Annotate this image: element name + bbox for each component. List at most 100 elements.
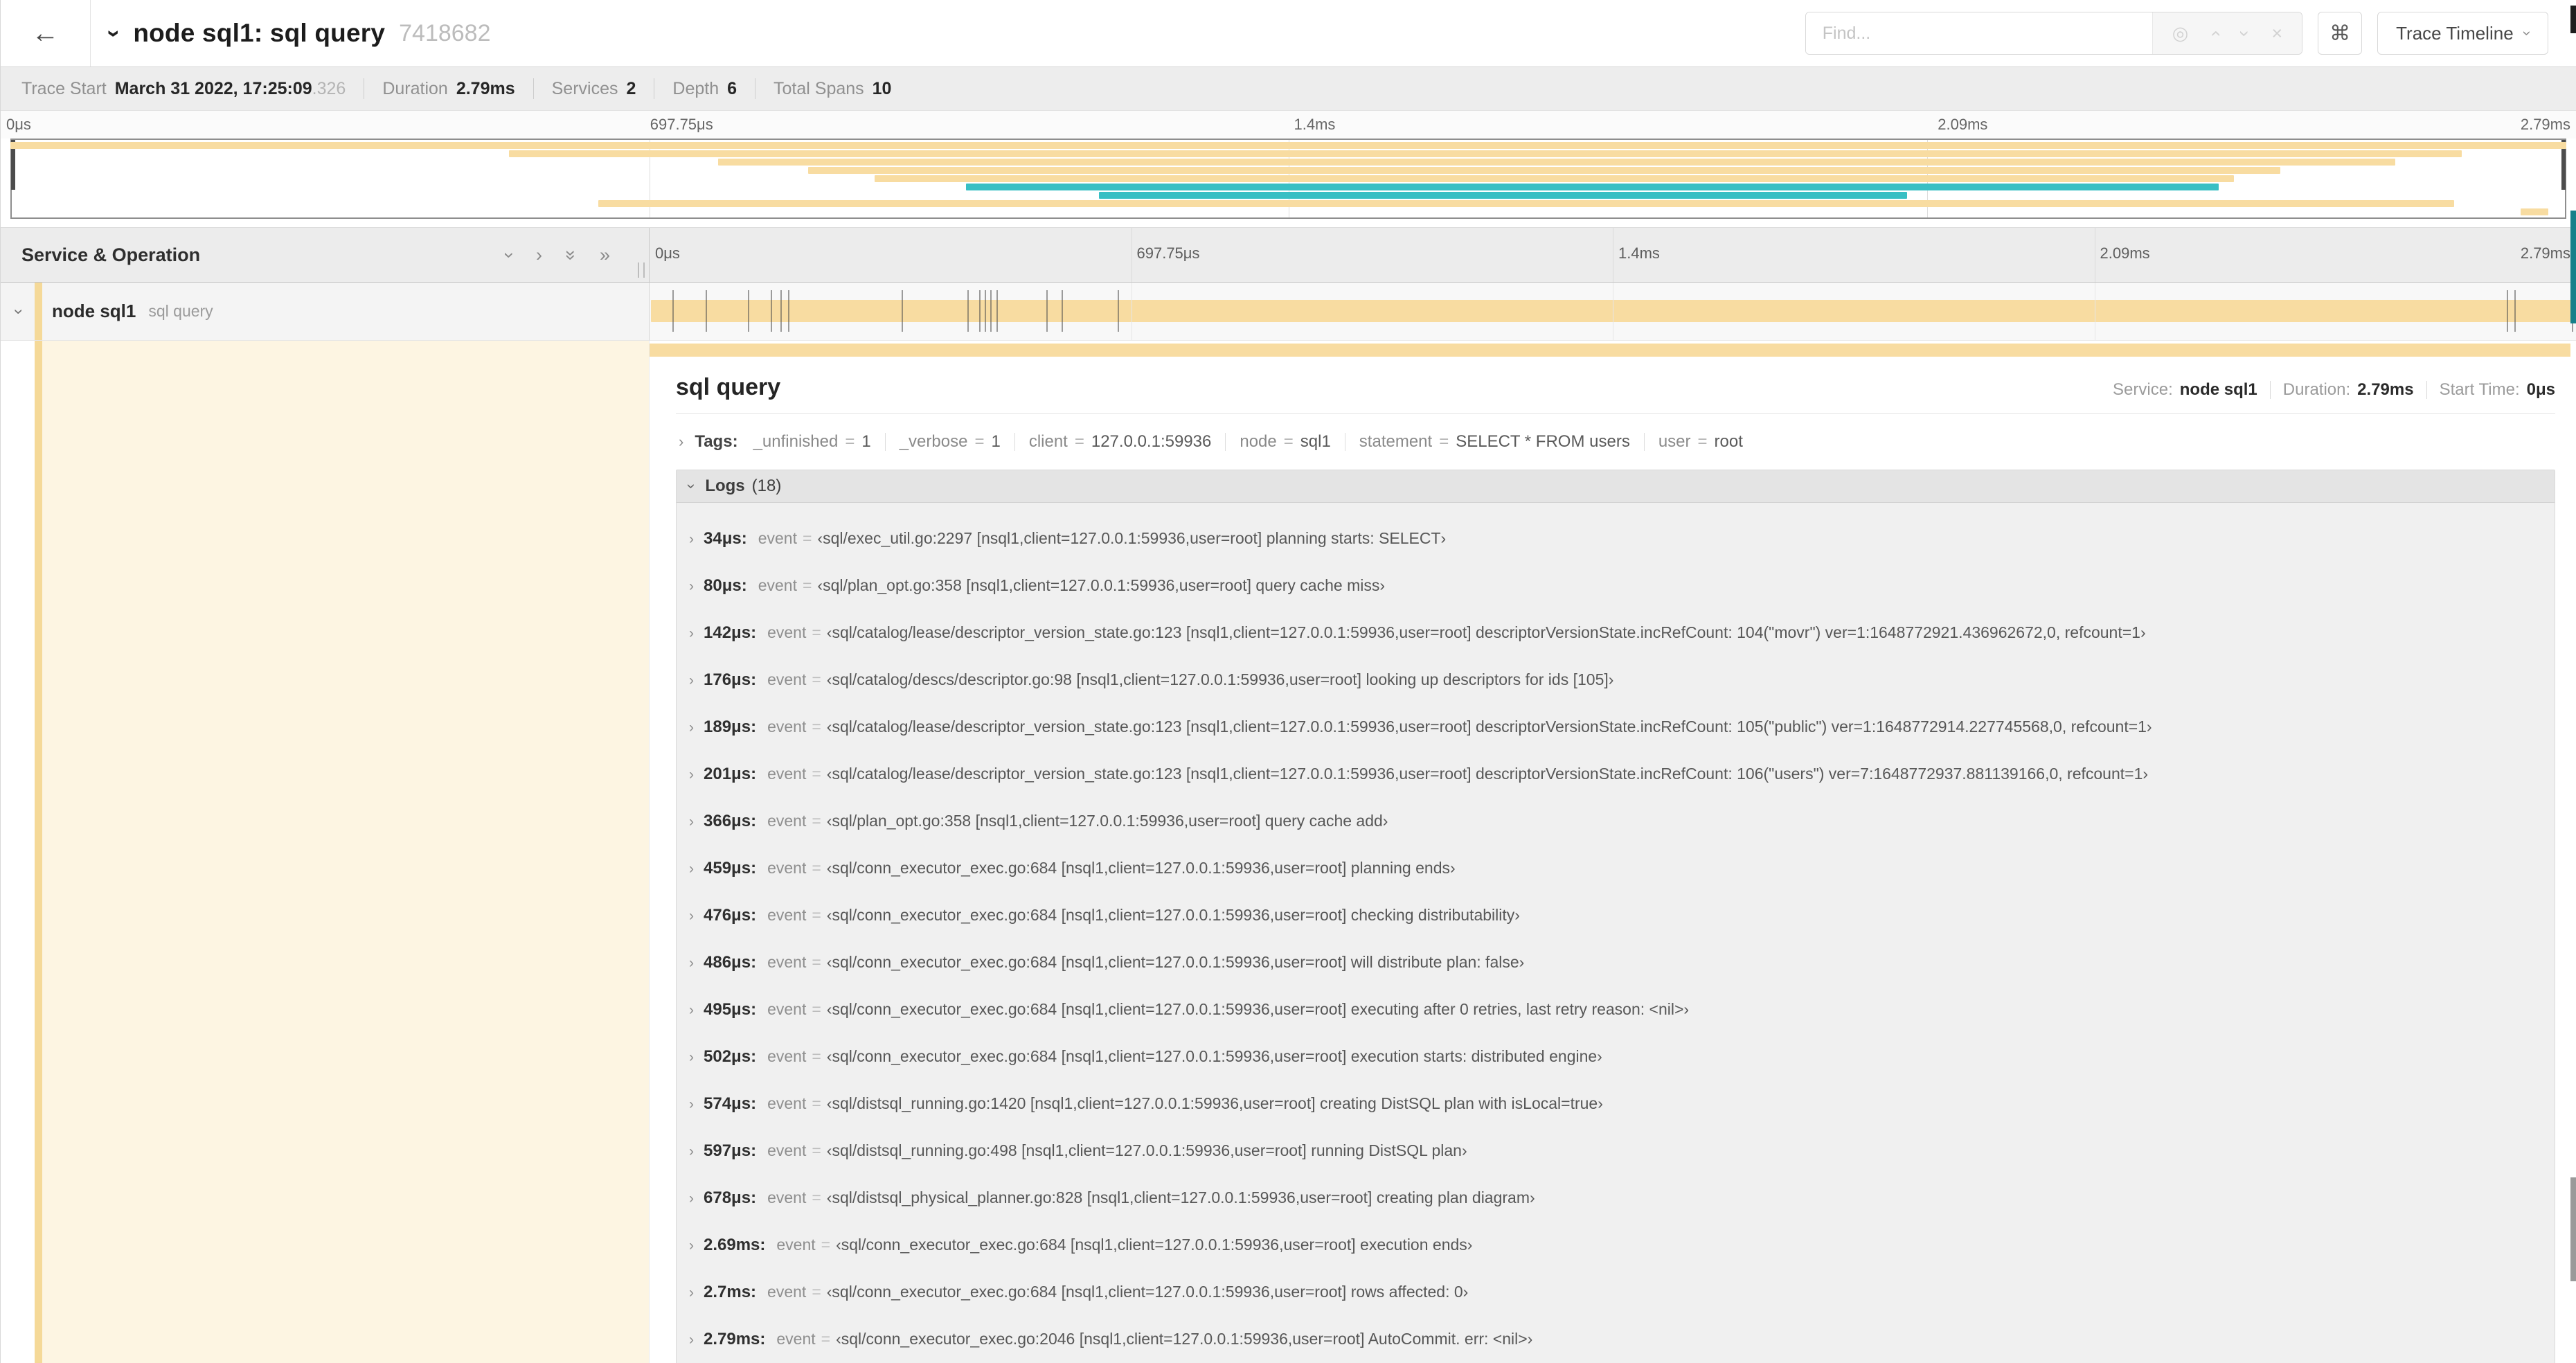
scrollbar-fragment[interactable] bbox=[2570, 211, 2576, 323]
chevron-right-icon: › bbox=[689, 767, 694, 783]
logs-list: › 34μs: event = ‹sql/exec_util.go:2297 [nsql… bbox=[677, 503, 2555, 1363]
log-timestamp: 201μs: bbox=[704, 765, 757, 783]
log-entry[interactable]: › 189μs: event = ‹sql/catalog/lease/descript… bbox=[686, 716, 2538, 740]
tag-equals: = bbox=[1074, 432, 1084, 451]
top-nav: ← › node sql1: sql query 7418682 ◎ › › × ⌘ … bbox=[1, 0, 2576, 66]
trace-info-item: Trace Start March 31 2022, 17:25:09.326 bbox=[21, 79, 346, 99]
log-field-value: ‹sql/plan_opt.go:358 [nsql1,client=127.0… bbox=[817, 576, 1385, 594]
ruler-tick-label: 2.09ms bbox=[2100, 244, 2150, 262]
log-entry[interactable]: › 495μs: event = ‹sql/conn_executor_exec.go:… bbox=[686, 999, 2538, 1022]
log-tick-mark bbox=[996, 290, 998, 332]
timeline-minimap[interactable] bbox=[10, 139, 2566, 219]
column-resize-handle[interactable] bbox=[638, 262, 645, 278]
log-field-key: event bbox=[758, 576, 797, 594]
chevron-right-icon: › bbox=[689, 908, 694, 924]
divider bbox=[1225, 433, 1226, 451]
detail-meta-value: node sql1 bbox=[2179, 380, 2257, 399]
log-field-value: ‹sql/conn_executor_exec.go:2046 [nsql1,c… bbox=[836, 1330, 1533, 1348]
keyboard-shortcuts-button[interactable]: ⌘ bbox=[2318, 12, 2363, 55]
spacer bbox=[1, 219, 2576, 227]
minimap-span-bar bbox=[508, 150, 2462, 157]
span-detail-name-cell[interactable] bbox=[1, 341, 650, 1363]
log-entry[interactable]: › 34μs: event = ‹sql/exec_util.go:2297 [nsql… bbox=[686, 528, 2538, 551]
chevron-right-icon: › bbox=[689, 1002, 694, 1018]
trace-view-selector[interactable]: Trace Timeline › bbox=[2377, 12, 2548, 55]
next-result-icon[interactable]: › bbox=[2235, 30, 2255, 37]
tag-item: node = sql1 bbox=[1240, 432, 1330, 452]
minimap-span-bar bbox=[718, 159, 2395, 166]
trace-info-item: Duration 2.79ms bbox=[382, 79, 515, 99]
span-name-cell[interactable]: › node sql1 sql query bbox=[1, 283, 650, 341]
logs-header[interactable]: › Logs (18) bbox=[677, 470, 2555, 503]
log-entry[interactable]: › 574μs: event = ‹sql/distsql_running.go:142… bbox=[686, 1093, 2538, 1116]
chevron-right-icon: › bbox=[689, 625, 694, 641]
log-fields: event = ‹sql/catalog/descs/descriptor.go:9… bbox=[767, 669, 1613, 693]
tag-key: node bbox=[1240, 432, 1277, 451]
span-duration-bar[interactable] bbox=[651, 300, 2573, 322]
span-detail-panel: sql query Service: node sql1 Duration: 2.79… bbox=[650, 341, 2576, 1363]
divider bbox=[2269, 381, 2271, 399]
tags-row[interactable]: › Tags: _unfinished = 1 _verbose = 1 client = 12… bbox=[676, 432, 2555, 452]
log-entry[interactable]: › 597μs: event = ‹sql/distsql_running.go:498… bbox=[686, 1140, 2538, 1164]
timeline-ruler: 0μs 697.75μs 1.4ms 2.09ms 2.79ms bbox=[650, 228, 2576, 282]
chevron-right-icon: › bbox=[689, 1238, 694, 1254]
log-entry[interactable]: › 476μs: event = ‹sql/conn_executor_exec.go:… bbox=[686, 905, 2538, 928]
log-entry[interactable]: › 2.7ms: event = ‹sql/conn_executor_exec.go:… bbox=[686, 1281, 2538, 1305]
log-entry[interactable]: › 459μs: event = ‹sql/conn_executor_exec.go:… bbox=[686, 857, 2538, 881]
log-field-value: ‹sql/conn_executor_exec.go:684 [nsql1,cl… bbox=[826, 859, 1456, 877]
collapse-one-icon[interactable]: › bbox=[499, 252, 520, 258]
span-service-name: node sql1 bbox=[52, 301, 136, 321]
expand-all-icon[interactable]: » bbox=[600, 245, 610, 265]
log-entry[interactable]: › 142μs: event = ‹sql/catalog/lease/descript… bbox=[686, 622, 2538, 645]
log-timestamp: 597μs: bbox=[704, 1141, 757, 1160]
page-title: node sql1: sql query bbox=[133, 19, 386, 47]
chevron-down-icon: › bbox=[683, 483, 701, 489]
log-equals: = bbox=[821, 1330, 831, 1348]
log-entry[interactable]: › 80μs: event = ‹sql/plan_opt.go:358 [nsql1,… bbox=[686, 575, 2538, 598]
log-field-key: event bbox=[767, 1094, 807, 1112]
log-entry[interactable]: › 366μs: event = ‹sql/plan_opt.go:358 [nsql1… bbox=[686, 810, 2538, 834]
log-entry[interactable]: › 678μs: event = ‹sql/distsql_physical_plann… bbox=[686, 1187, 2538, 1211]
scrollbar-thumb[interactable] bbox=[2570, 1177, 2576, 1281]
detail-span-bar[interactable] bbox=[650, 344, 2570, 357]
span-collapse-icon[interactable]: › bbox=[9, 309, 28, 314]
log-entry[interactable]: › 502μs: event = ‹sql/conn_executor_exec.go:… bbox=[686, 1046, 2538, 1069]
log-entry[interactable]: › 486μs: event = ‹sql/conn_executor_exec.go:… bbox=[686, 952, 2538, 975]
prev-result-icon[interactable]: › bbox=[2204, 30, 2225, 37]
tag-equals: = bbox=[974, 432, 985, 451]
log-equals: = bbox=[812, 1283, 821, 1301]
span-row[interactable]: › node sql1 sql query bbox=[1, 283, 2576, 341]
log-equals: = bbox=[812, 1047, 821, 1065]
chevron-right-icon: › bbox=[689, 1332, 694, 1348]
log-tick-mark bbox=[780, 290, 782, 332]
find-input[interactable] bbox=[1805, 12, 2152, 54]
log-fields: event = ‹sql/conn_executor_exec.go:684 [ns… bbox=[767, 857, 1456, 881]
log-entry[interactable]: › 2.79ms: event = ‹sql/conn_executor_exec.go… bbox=[686, 1328, 2538, 1352]
log-equals: = bbox=[812, 859, 821, 877]
log-equals: = bbox=[802, 576, 812, 594]
tag-item: _unfinished = 1 bbox=[753, 432, 871, 452]
log-field-value: ‹sql/exec_util.go:2297 [nsql1,client=127… bbox=[817, 529, 1447, 547]
log-field-key: event bbox=[767, 1000, 807, 1018]
span-timeline-cell[interactable] bbox=[650, 283, 2576, 341]
back-button[interactable]: ← bbox=[1, 0, 91, 66]
service-operation-header: Service & Operation › › » » bbox=[1, 228, 650, 282]
collapse-all-icon[interactable]: » bbox=[561, 249, 582, 260]
detail-meta-label: Start Time: bbox=[2439, 380, 2520, 399]
log-entry[interactable]: › 176μs: event = ‹sql/catalog/descs/descript… bbox=[686, 669, 2538, 693]
expand-one-icon[interactable]: › bbox=[536, 245, 542, 265]
log-entry[interactable]: › 2.69ms: event = ‹sql/conn_executor_exec.go… bbox=[686, 1234, 2538, 1258]
timeline-header: Service & Operation › › » » 0μs 697.75μs 1.4m… bbox=[1, 227, 2576, 283]
log-equals: = bbox=[821, 1236, 831, 1254]
log-tick-mark bbox=[672, 290, 674, 332]
focus-icon[interactable]: ◎ bbox=[2172, 24, 2189, 43]
log-timestamp: 176μs: bbox=[704, 670, 757, 689]
log-tick-mark bbox=[771, 290, 773, 332]
collapse-trace-icon[interactable]: › bbox=[100, 29, 127, 37]
chevron-right-icon: › bbox=[689, 531, 694, 547]
tag-value: SELECT * FROM users bbox=[1456, 432, 1630, 451]
clear-search-icon[interactable]: × bbox=[2271, 24, 2282, 43]
tag-equals: = bbox=[1697, 432, 1708, 451]
detail-span-title: sql query bbox=[676, 374, 781, 400]
log-entry[interactable]: › 201μs: event = ‹sql/catalog/lease/descript… bbox=[686, 763, 2538, 787]
